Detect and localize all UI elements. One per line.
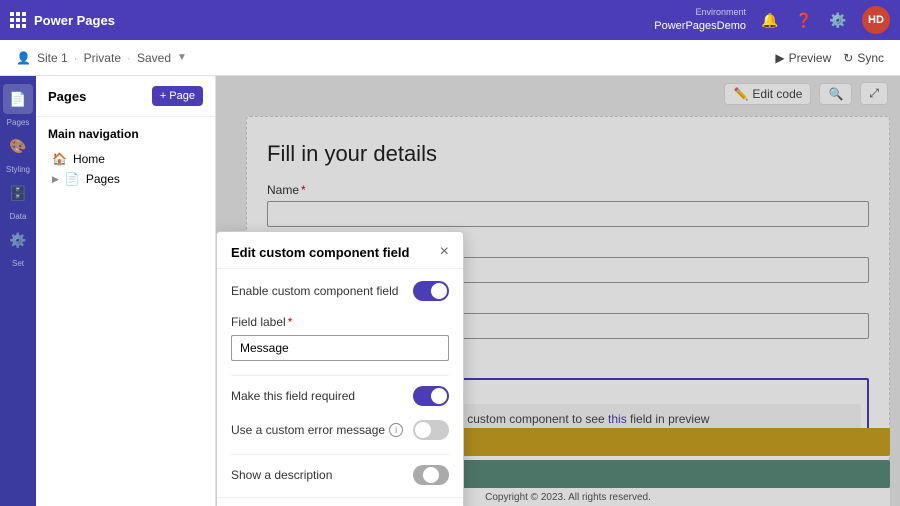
- home-label: Home: [73, 152, 105, 166]
- environment-label: Environment: [654, 7, 746, 19]
- make-required-toggle[interactable]: [413, 386, 449, 406]
- notification-icon[interactable]: 🔔: [760, 10, 780, 30]
- sidebar-label-data: Data: [10, 212, 27, 221]
- content-area: ✏️ Edit code 🔍 ⤢ Fill in your details Na…: [216, 76, 900, 506]
- sidebar-label-settings: Set: [12, 259, 24, 268]
- preview-label: Preview: [789, 51, 832, 65]
- environment-info: Environment PowerPagesDemo: [654, 7, 746, 33]
- grid-menu-icon[interactable]: [10, 12, 26, 28]
- icon-sidebar: 📄 Pages 🎨 Styling 🗄️ Data ⚙️ Set: [0, 76, 36, 506]
- modal-footer: OK Cancel: [217, 497, 463, 506]
- show-description-toggle[interactable]: [413, 465, 449, 485]
- secondbar-right: ▶ Preview ↻ Sync: [775, 51, 884, 65]
- field-label-required: *: [288, 315, 293, 329]
- edit-modal: Edit custom component field × Enable cus…: [216, 231, 464, 506]
- field-label-input[interactable]: [231, 335, 449, 361]
- sync-label: Sync: [857, 51, 884, 65]
- chevron-right-icon: ▶: [52, 174, 59, 185]
- pages-icon: 📄: [65, 172, 80, 186]
- pages-panel: Pages + Page Main navigation 🏠 Home ▶ 📄 …: [36, 76, 216, 506]
- pages-header: Pages + Page: [36, 76, 215, 117]
- custom-error-toggle[interactable]: [413, 420, 449, 440]
- sidebar-item-data[interactable]: 🗄️: [3, 178, 33, 208]
- home-icon: 🏠: [52, 152, 67, 166]
- nav-item-pages[interactable]: ▶ 📄 Pages: [48, 169, 203, 189]
- topbar-right: Environment PowerPagesDemo 🔔 ❓ ⚙️ HD: [654, 6, 890, 34]
- pages-nav-label: Pages: [86, 172, 120, 186]
- pages-title: Pages: [48, 89, 86, 104]
- avatar[interactable]: HD: [862, 6, 890, 34]
- main-layout: 📄 Pages 🎨 Styling 🗄️ Data ⚙️ Set Pages +…: [0, 76, 900, 506]
- settings-icon[interactable]: ⚙️: [828, 10, 848, 30]
- field-label-text: Field label: [231, 315, 286, 329]
- show-description-label: Show a description: [231, 468, 332, 482]
- modal-body: Enable custom component field Field labe…: [217, 269, 463, 497]
- saved-label: Saved: [137, 51, 171, 65]
- field-label-section: Field label *: [231, 315, 449, 361]
- enable-toggle[interactable]: [413, 281, 449, 301]
- nav-section: Main navigation 🏠 Home ▶ 📄 Pages: [36, 117, 215, 199]
- topbar: Power Pages Environment PowerPagesDemo 🔔…: [0, 0, 900, 40]
- show-description-row: Show a description: [231, 465, 449, 485]
- topbar-left: Power Pages: [10, 12, 115, 28]
- info-icon[interactable]: i: [389, 423, 403, 437]
- field-label-title: Field label *: [231, 315, 449, 329]
- modal-header: Edit custom component field ×: [217, 232, 463, 269]
- sidebar-item-styling[interactable]: 🎨: [3, 131, 33, 161]
- privacy-label: Private: [84, 51, 121, 65]
- secondbar: 👤 Site 1 · Private · Saved ▼ ▶ Preview ↻…: [0, 40, 900, 76]
- nav-section-title: Main navigation: [48, 127, 203, 141]
- custom-error-info: Use a custom error message i: [231, 423, 403, 437]
- site-label: Site 1: [37, 51, 68, 65]
- make-required-label: Make this field required: [231, 389, 355, 403]
- site-info: 👤 Site 1 · Private · Saved ▼: [16, 51, 187, 65]
- sidebar-item-settings[interactable]: ⚙️: [3, 225, 33, 255]
- enable-toggle-row: Enable custom component field: [231, 281, 449, 301]
- custom-error-label: Use a custom error message: [231, 423, 385, 437]
- app-name: Power Pages: [34, 13, 115, 28]
- chevron-down-icon[interactable]: ▼: [177, 52, 187, 63]
- help-icon[interactable]: ❓: [794, 10, 814, 30]
- divider-1: [231, 375, 449, 376]
- nav-item-home[interactable]: 🏠 Home: [48, 149, 203, 169]
- add-page-button[interactable]: + Page: [152, 86, 203, 106]
- sidebar-label-pages: Pages: [7, 118, 30, 127]
- sync-button[interactable]: ↻ Sync: [843, 51, 884, 65]
- make-required-row: Make this field required: [231, 386, 449, 406]
- preview-icon: ▶: [775, 51, 784, 65]
- modal-close-button[interactable]: ×: [440, 244, 449, 260]
- preview-button[interactable]: ▶ Preview: [775, 51, 831, 65]
- sync-icon: ↻: [843, 51, 853, 65]
- sidebar-label-styling: Styling: [6, 165, 30, 174]
- enable-label: Enable custom component field: [231, 284, 398, 298]
- site-person-icon: 👤: [16, 51, 31, 65]
- sidebar-item-pages[interactable]: 📄: [3, 84, 33, 114]
- divider-2: [231, 454, 449, 455]
- modal-title: Edit custom component field: [231, 245, 409, 260]
- custom-error-row: Use a custom error message i: [231, 420, 449, 440]
- environment-name: PowerPagesDemo: [654, 19, 746, 33]
